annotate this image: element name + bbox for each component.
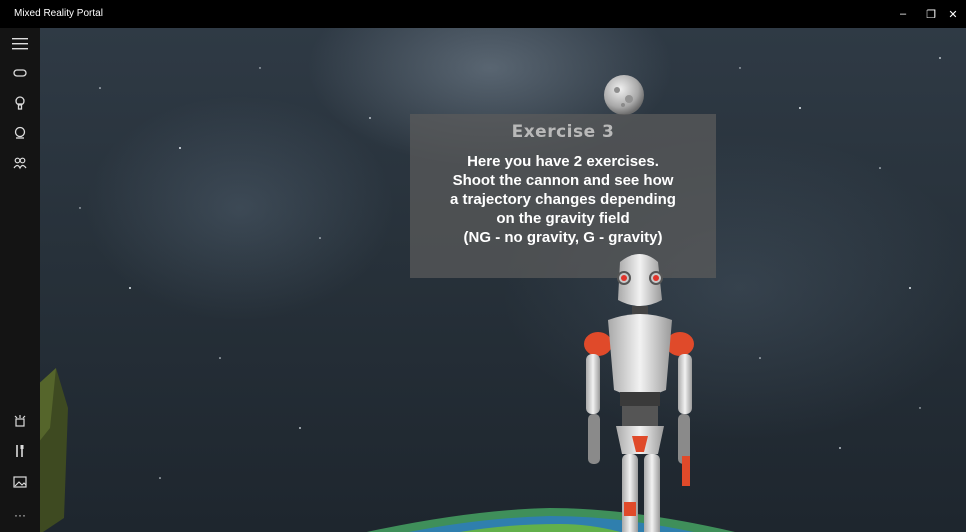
robot-character <box>584 254 694 532</box>
sidebar: ··· <box>0 28 40 532</box>
motion-controller-icon <box>15 96 25 110</box>
exercise-title: Exercise 3 <box>511 122 615 142</box>
headset-setup-icon <box>14 415 26 427</box>
people-icon <box>13 157 27 170</box>
sidebar-item-photos[interactable] <box>6 469 34 495</box>
starfield <box>79 57 941 479</box>
controller-icon <box>14 126 26 139</box>
sidebar-item-more[interactable]: ··· <box>6 502 34 528</box>
menu-button[interactable] <box>6 31 34 57</box>
more-icon: ··· <box>14 508 26 522</box>
sidebar-item-people[interactable] <box>6 150 34 176</box>
window-title: Mixed Reality Portal <box>14 8 103 19</box>
sidebar-item-setup[interactable] <box>6 408 34 434</box>
photos-icon <box>13 476 27 488</box>
sidebar-item-headset[interactable] <box>6 60 34 86</box>
sidebar-item-controllers[interactable] <box>6 90 34 116</box>
mixed-reality-viewport[interactable]: Exercise 3 Here you have 2 exercises. Sh… <box>40 28 966 532</box>
tools-icon <box>16 445 24 457</box>
close-button[interactable]: ✕ <box>936 2 966 26</box>
exercise-instructions: Here you have 2 exercises. Shoot the can… <box>450 153 676 246</box>
hamburger-menu-icon <box>12 38 28 50</box>
title-bar: Mixed Reality Portal – ❐ ✕ <box>0 0 966 28</box>
sidebar-item-gamepad[interactable] <box>6 120 34 146</box>
headset-icon <box>13 69 27 77</box>
sidebar-item-tools[interactable] <box>6 438 34 464</box>
moon <box>604 75 644 115</box>
green-rock <box>40 368 68 532</box>
